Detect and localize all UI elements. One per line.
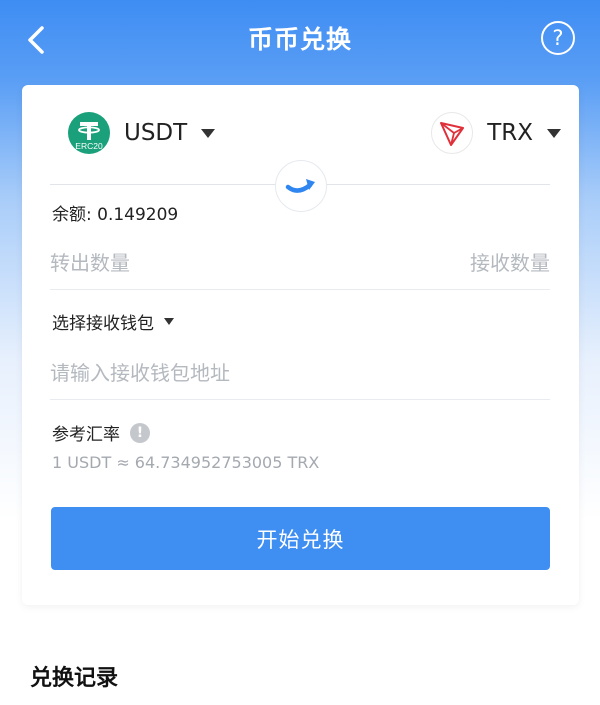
swap-arrow-icon	[285, 179, 315, 193]
caret-down-icon	[547, 128, 561, 138]
help-button[interactable]: ?	[541, 21, 575, 55]
exchange-card: ERC20 USDT TRX 余额: 0.149209 选择接收钱包	[22, 85, 579, 605]
send-amount-input[interactable]	[50, 243, 290, 283]
address-row	[50, 345, 550, 400]
from-coin-name: USDT	[124, 120, 188, 146]
receive-wallet-label: 选择接收钱包	[52, 314, 154, 334]
rate-label-text: 参考汇率	[52, 425, 120, 445]
receive-wallet-selector[interactable]: 选择接收钱包	[52, 309, 174, 334]
swap-direction-button[interactable]	[275, 160, 327, 212]
to-coin-selector[interactable]: TRX	[431, 112, 561, 154]
balance-text: 余额: 0.149209	[52, 205, 179, 225]
reference-rate-value: 1 USDT ≈ 64.734952753005 TRX	[52, 453, 320, 472]
from-coin-selector[interactable]: ERC20 USDT	[68, 112, 216, 154]
info-icon[interactable]: !	[130, 422, 150, 443]
question-icon: ?	[552, 26, 564, 50]
caret-down-icon	[201, 128, 216, 138]
back-button[interactable]	[22, 22, 54, 58]
tether-erc20-icon: ERC20	[68, 112, 110, 154]
svg-text:ERC20: ERC20	[75, 141, 103, 151]
amount-row	[50, 235, 550, 290]
page-title: 币币兑换	[247, 25, 352, 54]
caret-down-icon	[164, 318, 174, 325]
start-exchange-button[interactable]: 开始兑换	[51, 507, 550, 570]
tron-icon	[431, 112, 474, 154]
wallet-address-input[interactable]	[50, 353, 550, 393]
receive-amount-input[interactable]	[310, 243, 550, 283]
app-header: 币币兑换 ?	[0, 0, 600, 76]
to-coin-name: TRX	[487, 120, 533, 146]
chevron-left-icon	[28, 26, 44, 54]
reference-rate-label: 参考汇率 !	[52, 420, 150, 445]
exchange-history-title: 兑换记录	[30, 666, 119, 691]
